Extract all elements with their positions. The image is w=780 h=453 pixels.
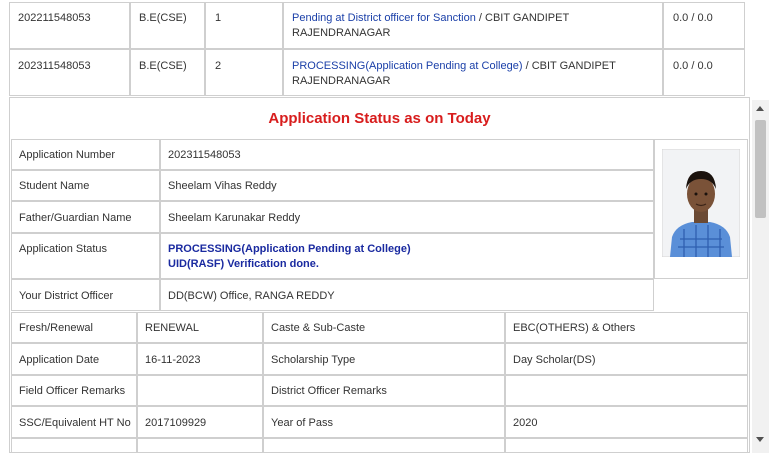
value-cell: Sheelam Karunakar Reddy: [160, 201, 654, 233]
value-cell: 2017109929: [137, 406, 263, 438]
label-cell: Field Officer Remarks: [11, 375, 137, 406]
course-cell: B.E(CSE): [130, 2, 205, 49]
value-cell: RENEWAL: [137, 312, 263, 343]
label-cell-cutoff: [11, 438, 137, 452]
value-district-officer: DD(BCW) Office, RANGA REDDY: [168, 290, 335, 302]
amount-text: 0.0 / 0.0: [673, 60, 713, 72]
amount-text: 0.0 / 0.0: [673, 12, 713, 24]
label-father: Father/Guardian Name: [19, 212, 132, 224]
application-status-panel[interactable]: Application Status as on Today Applicati…: [9, 97, 750, 453]
label-cell-cutoff: [263, 438, 505, 452]
value-cell: Sheelam Vihas Reddy: [160, 170, 654, 201]
value-fresh-renewal: RENEWAL: [145, 322, 199, 334]
scroll-down-arrow-icon[interactable]: [756, 437, 764, 442]
scroll-up-arrow-icon[interactable]: [756, 106, 764, 111]
value-cell: PROCESSING(Application Pending at Colleg…: [160, 233, 654, 279]
status-cell: Pending at District officer for Sanction…: [283, 2, 663, 49]
college-location: RAJENDRANAGAR: [292, 75, 391, 87]
label-cell: Your District Officer: [11, 279, 160, 311]
panel-title: Application Status as on Today: [268, 110, 491, 127]
value-cell-cutoff: [505, 438, 748, 452]
label-cell: Application Status: [11, 233, 160, 279]
value-cell: 202311548053: [160, 139, 654, 170]
label-fresh-renewal: Fresh/Renewal: [19, 322, 93, 334]
label-field-officer-remarks: Field Officer Remarks: [19, 385, 126, 397]
value-cell: [137, 375, 263, 406]
value-father: Sheelam Karunakar Reddy: [168, 212, 301, 224]
value-app-number: 202311548053: [168, 149, 241, 161]
value-cell: DD(BCW) Office, RANGA REDDY: [160, 279, 654, 311]
label-app-status: Application Status: [19, 243, 108, 255]
value-caste: EBC(OTHERS) & Others: [513, 322, 636, 334]
photo-cell: [654, 139, 748, 279]
value-student-name: Sheelam Vihas Reddy: [168, 180, 277, 192]
college-name: CBIT GANDIPET: [485, 12, 570, 24]
label-cell: Caste & Sub-Caste: [263, 312, 505, 343]
status-cell: PROCESSING(Application Pending at Colleg…: [283, 49, 663, 96]
college-location: RAJENDRANAGAR: [292, 27, 391, 39]
amount-cell: 0.0 / 0.0: [663, 2, 745, 49]
label-cell: Year of Pass: [263, 406, 505, 438]
value-cell: 16-11-2023: [137, 343, 263, 375]
value-ssc-ht-no: 2017109929: [145, 417, 207, 429]
table-row: 202211548053: [9, 2, 130, 49]
label-cell: Father/Guardian Name: [11, 201, 160, 233]
label-cell: Fresh/Renewal: [11, 312, 137, 343]
year-cell: 2: [205, 49, 283, 96]
value-cell: Day Scholar(DS): [505, 343, 748, 375]
course-text: B.E(CSE): [139, 60, 187, 72]
value-cell: 2020: [505, 406, 748, 438]
panel-scrollbar[interactable]: [752, 100, 769, 453]
college-name: CBIT GANDIPET: [531, 60, 616, 72]
year-cell: 1: [205, 2, 283, 49]
course-text: B.E(CSE): [139, 12, 187, 24]
app-number-cell: 202311548053: [18, 60, 91, 72]
separator: /: [522, 60, 532, 72]
label-cell: Application Date: [11, 343, 137, 375]
label-district-officer-remarks: District Officer Remarks: [271, 385, 387, 397]
table-row: 202311548053: [9, 49, 130, 96]
label-caste: Caste & Sub-Caste: [271, 322, 366, 334]
label-district-officer: Your District Officer: [19, 290, 114, 302]
label-year-of-pass: Year of Pass: [271, 417, 333, 429]
amount-cell: 0.0 / 0.0: [663, 49, 745, 96]
year-text: 1: [215, 12, 222, 24]
label-ssc-ht-no: SSC/Equivalent HT No: [19, 417, 131, 429]
app-number-cell: 202211548053: [18, 12, 91, 24]
separator: /: [475, 12, 486, 24]
value-uid-status: UID(RASF) Verification done.: [168, 258, 319, 270]
label-student-name: Student Name: [19, 180, 90, 192]
label-cell: Application Number: [11, 139, 160, 170]
value-cell: [505, 375, 748, 406]
year-text: 2: [215, 60, 222, 72]
label-app-number: Application Number: [19, 149, 115, 161]
label-scholarship-type: Scholarship Type: [271, 354, 356, 366]
value-app-status: PROCESSING(Application Pending at Colleg…: [168, 243, 411, 255]
label-app-date: Application Date: [19, 354, 100, 366]
value-cell: EBC(OTHERS) & Others: [505, 312, 748, 343]
label-cell: SSC/Equivalent HT No: [11, 406, 137, 438]
status-link[interactable]: PROCESSING(Application Pending at Colleg…: [292, 60, 523, 72]
value-cell-cutoff: [137, 438, 263, 452]
scroll-thumb[interactable]: [755, 120, 766, 218]
value-app-date: 16-11-2023: [145, 354, 201, 366]
label-cell: District Officer Remarks: [263, 375, 505, 406]
label-cell: Student Name: [11, 170, 160, 201]
value-scholarship-type: Day Scholar(DS): [513, 354, 596, 366]
label-cell: Scholarship Type: [263, 343, 505, 375]
value-year-of-pass: 2020: [513, 417, 538, 429]
course-cell: B.E(CSE): [130, 49, 205, 96]
status-link[interactable]: Pending at District officer for Sanction: [292, 12, 476, 24]
student-photo: [662, 149, 740, 257]
